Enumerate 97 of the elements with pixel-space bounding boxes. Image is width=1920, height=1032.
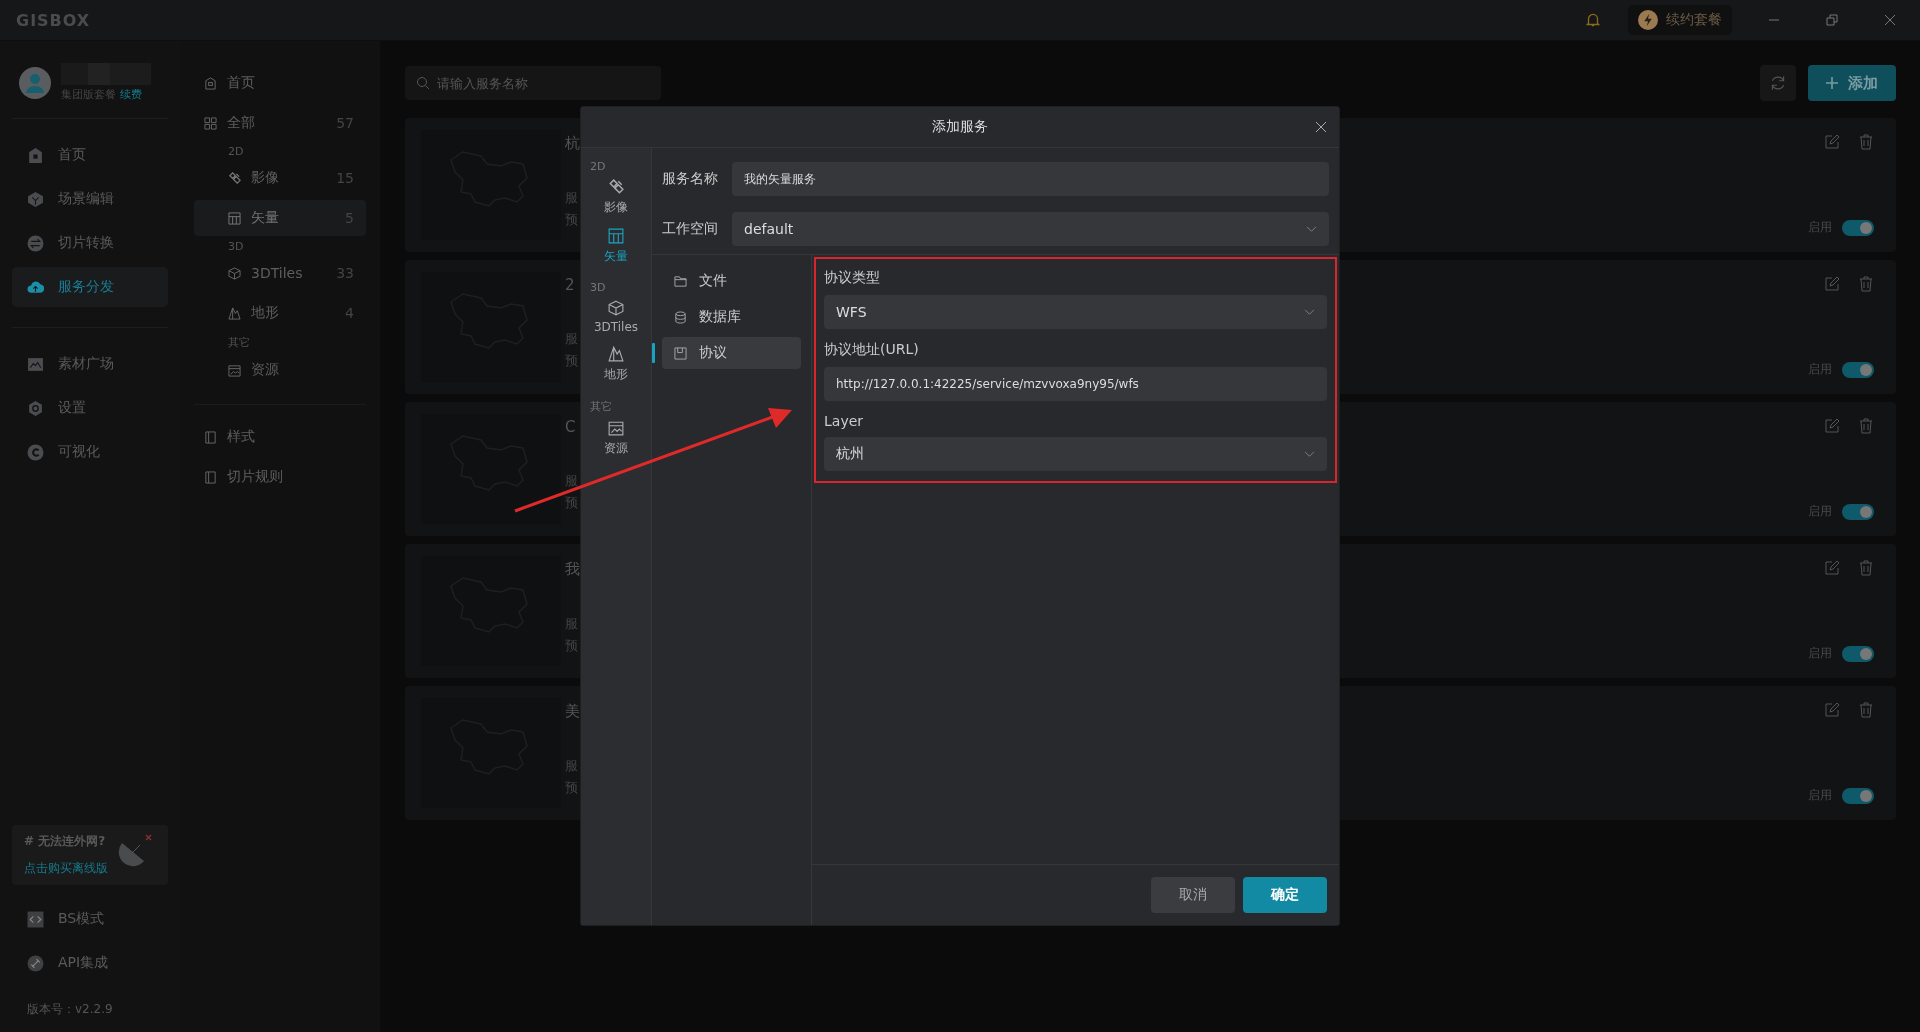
- caret-icon: [1304, 450, 1315, 458]
- enable-toggle[interactable]: [1842, 503, 1874, 520]
- home-icon: [204, 76, 217, 90]
- category-item[interactable]: 首页: [194, 65, 366, 101]
- field-label: Layer: [824, 413, 865, 429]
- section-label: 3D: [227, 240, 245, 253]
- service-type-tab[interactable]: 矢量: [604, 228, 628, 265]
- bell-icon[interactable]: [1584, 11, 1602, 29]
- card-title: 2: [565, 276, 576, 294]
- nav-item[interactable]: 可视化: [12, 432, 168, 472]
- version-label: 版本号：v2.2.9: [26, 1001, 114, 1018]
- service-type-tab[interactable]: 资源: [604, 420, 628, 457]
- buy-offline-link[interactable]: 点击购买离线版: [24, 860, 108, 877]
- edit-icon[interactable]: [1824, 418, 1840, 434]
- renew-link[interactable]: 续费: [120, 87, 142, 102]
- cube-icon: [608, 300, 624, 316]
- service-type-tab[interactable]: 地形: [604, 346, 628, 383]
- service-type-tab[interactable]: 3DTiles: [593, 300, 639, 334]
- caret-icon: [1304, 308, 1315, 316]
- mountain-icon: [608, 346, 624, 362]
- nav-item[interactable]: 首页: [12, 135, 168, 175]
- field-label: 服务名称: [662, 170, 719, 188]
- satellite-icon: [608, 179, 624, 195]
- enable-toggle[interactable]: [1842, 361, 1874, 378]
- nav-item[interactable]: 切片转换: [12, 223, 168, 263]
- cancel-button[interactable]: 取消: [1151, 877, 1235, 913]
- edit-icon[interactable]: [1824, 276, 1840, 292]
- avatar-icon: [19, 66, 51, 99]
- card-title: C: [565, 418, 577, 436]
- section-label: 2D: [589, 160, 606, 173]
- nav-item[interactable]: API集成: [12, 943, 168, 983]
- trash-icon[interactable]: [1858, 276, 1874, 292]
- category-item[interactable]: 资源: [194, 352, 366, 388]
- add-button[interactable]: 添加: [1808, 65, 1896, 101]
- satellite-icon: [228, 171, 241, 185]
- card-title: 美: [565, 702, 580, 721]
- edit-icon[interactable]: [1824, 134, 1840, 150]
- dropdown-select[interactable]: WFS: [824, 295, 1327, 329]
- edit-icon[interactable]: [1824, 702, 1840, 718]
- dropdown-select[interactable]: 杭州: [824, 437, 1327, 471]
- refresh-button[interactable]: [1760, 65, 1796, 101]
- nav-item[interactable]: 设置: [12, 388, 168, 428]
- enable-toggle[interactable]: [1842, 787, 1874, 804]
- section-label: 其它: [589, 399, 612, 414]
- name-field[interactable]: 我的矢量服务: [732, 162, 1329, 196]
- cube-icon: [27, 190, 44, 208]
- renew-plan-button[interactable]: 续约套餐: [1628, 5, 1732, 35]
- field-label: 协议地址(URL): [824, 341, 920, 359]
- code-icon: [27, 910, 44, 928]
- nav-item[interactable]: BS模式: [12, 899, 168, 939]
- category-item[interactable]: 切片规则: [194, 459, 366, 495]
- table-icon: [608, 228, 624, 244]
- promo-title: # 无法连外网?: [24, 833, 107, 850]
- plus-icon: [1826, 77, 1838, 89]
- grid-icon: [204, 116, 217, 130]
- source-tab[interactable]: 数据库: [662, 301, 801, 333]
- nav-item[interactable]: 素材广场: [12, 344, 168, 384]
- trash-icon[interactable]: [1858, 134, 1874, 150]
- field-label: 工作空间: [662, 220, 719, 238]
- trash-icon[interactable]: [1858, 560, 1874, 576]
- section-label: 2D: [227, 145, 245, 158]
- edit-icon[interactable]: [1824, 560, 1840, 576]
- confirm-button[interactable]: 确定: [1243, 877, 1327, 913]
- c-icon: [27, 443, 44, 461]
- image-icon: [228, 363, 241, 377]
- nav-item[interactable]: 服务分发: [12, 267, 168, 307]
- mount-icon: [27, 355, 44, 373]
- trash-icon[interactable]: [1858, 418, 1874, 434]
- database-icon: [674, 310, 687, 324]
- restore-icon[interactable]: [1826, 14, 1838, 26]
- service-type-tab[interactable]: 影像: [604, 179, 628, 216]
- source-tab[interactable]: 文件: [662, 265, 801, 297]
- nav-item[interactable]: 场景编辑: [12, 179, 168, 219]
- image-icon: [608, 420, 624, 436]
- folder-icon: [674, 274, 687, 288]
- lightning-icon: [1638, 10, 1658, 30]
- gear-icon: [27, 399, 44, 417]
- category-item[interactable]: 样式: [194, 419, 366, 455]
- cube-icon: [228, 266, 241, 280]
- home-icon: [27, 146, 44, 164]
- refresh-icon: [1769, 74, 1787, 92]
- trash-icon[interactable]: [1858, 702, 1874, 718]
- card-title: 我: [565, 560, 580, 579]
- mountain-icon: [228, 306, 241, 320]
- enable-toggle[interactable]: [1842, 645, 1874, 662]
- close-icon[interactable]: [1884, 14, 1896, 26]
- dialog-title: 添加服务: [932, 118, 988, 136]
- table-icon: [228, 211, 241, 225]
- section-label: 3D: [589, 281, 606, 294]
- close-icon[interactable]: [1315, 121, 1327, 133]
- swap-icon: [27, 234, 44, 252]
- url-field[interactable]: http://127.0.0.1:42225/service/mzvvoxa9ny95/wfs: [824, 367, 1327, 401]
- enable-toggle[interactable]: [1842, 219, 1874, 236]
- workspace-select[interactable]: default: [732, 212, 1329, 246]
- field-label: 协议类型: [824, 269, 881, 287]
- card-title: 杭: [565, 134, 580, 153]
- caret-icon: [1306, 225, 1317, 233]
